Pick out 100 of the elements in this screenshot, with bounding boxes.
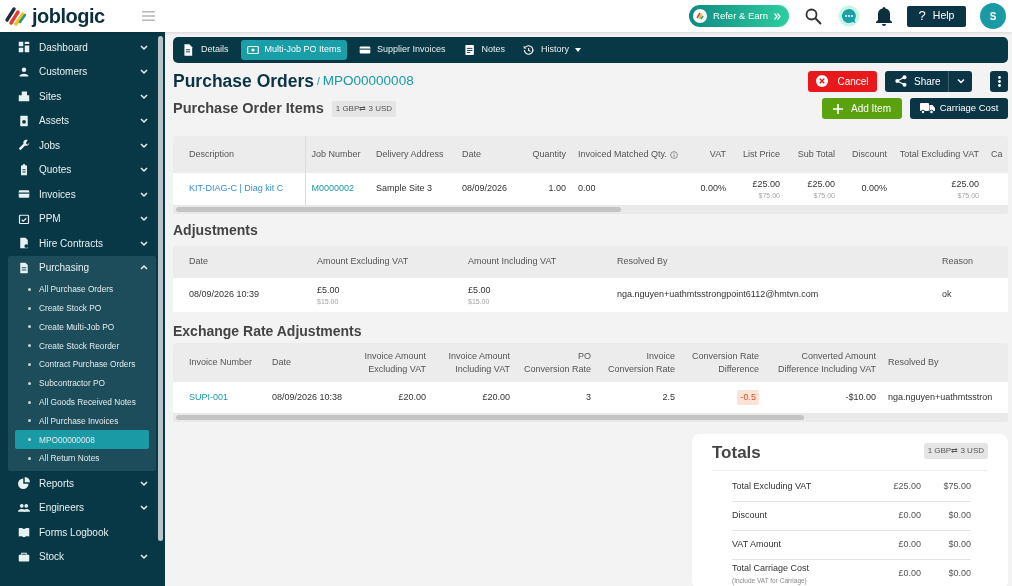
total-value: £0.00 xyxy=(897,567,921,581)
calendar-icon xyxy=(18,212,30,225)
column-header: Amount Including VAT xyxy=(462,246,611,278)
column-header: Invoiced Matched Qty. xyxy=(578,147,667,161)
share-button[interactable]: Share xyxy=(885,70,948,92)
table-cell-text: £20.00 xyxy=(482,390,510,404)
page-title: Purchase Orders xyxy=(173,69,315,93)
plus-icon xyxy=(833,103,843,114)
cancel-button[interactable]: Cancel xyxy=(808,70,877,92)
dropdown-toggle-button[interactable] xyxy=(948,70,972,92)
column-header: Total Excluding VAT xyxy=(893,136,985,173)
total-value: $75.00 xyxy=(942,479,971,493)
table-cell: Sample Site 3 xyxy=(376,182,433,196)
submenu-item[interactable]: Create Multi-Job PO xyxy=(15,317,149,337)
carriage-cost-button[interactable]: Carriage Cost xyxy=(910,98,1008,119)
sidebar-item[interactable]: Hire Contracts xyxy=(8,231,156,256)
submenu-item[interactable]: Create Stock Reorder xyxy=(15,336,149,356)
column-header: Invoice Number xyxy=(173,343,266,382)
submenu-item[interactable]: All Purchase Invoices xyxy=(15,411,149,431)
tab[interactable]: Details xyxy=(177,40,235,60)
sidebar-item[interactable]: Dashboard xyxy=(8,35,156,60)
logo-icon xyxy=(4,6,28,26)
sidebar-item[interactable]: PPM xyxy=(8,206,156,231)
total-value: $0.00 xyxy=(947,537,971,551)
reference-link[interactable]: M0000002 xyxy=(311,182,355,196)
breadcrumb-separator: / xyxy=(317,74,320,89)
truck-icon xyxy=(919,103,935,114)
column-header: Amount Excluding VAT xyxy=(311,246,462,278)
wrench-icon xyxy=(18,139,30,152)
table-cell: £25.00 xyxy=(807,178,835,192)
total-label: Total Carriage Cost xyxy=(732,562,811,576)
submenu-item[interactable]: Create Stock PO xyxy=(15,298,149,318)
table-cell: 08/09/2026 10:39 xyxy=(189,288,260,302)
tab[interactable]: History xyxy=(517,40,588,60)
sidebar-item[interactable]: Customers xyxy=(8,59,156,84)
column-header: Invoice Amount Excluding VAT xyxy=(351,343,432,382)
sidebar-item[interactable]: Forms Logbook xyxy=(8,519,156,545)
table-cell: 0.00 xyxy=(578,182,596,196)
column-header: Date xyxy=(173,246,311,278)
table-cell-text: 2.5 xyxy=(662,390,675,404)
exchange-rate-badge: 1 GBP⇄ 3 USD xyxy=(331,100,397,117)
tab[interactable]: Supplier Invoices xyxy=(353,40,452,60)
submenu-item[interactable]: Contract Purchase Orders xyxy=(15,355,149,374)
total-label: VAT Amount xyxy=(732,537,783,551)
help-button[interactable]: ? Help xyxy=(907,5,966,27)
table-cell-text: nga.nguyen+uathmtsstron xyxy=(888,390,993,404)
total-value: $0.00 xyxy=(947,567,971,581)
menu-icon[interactable] xyxy=(142,11,155,21)
table-cell: £25.00 xyxy=(951,178,979,192)
column-header: Conversion Rate Difference xyxy=(681,343,765,382)
submenu-item[interactable]: All Goods Received Notes xyxy=(15,392,149,412)
scrollbar[interactable] xyxy=(158,36,163,541)
total-value: £25.00 xyxy=(892,479,921,493)
table-cell: 0.00% xyxy=(700,182,726,196)
history-icon xyxy=(523,44,536,56)
submenu-item[interactable]: All Purchase Orders xyxy=(15,280,149,299)
totals-title: Totals xyxy=(712,442,761,464)
item-link[interactable]: KIT-DIAG-C | Diag kit C xyxy=(189,182,284,196)
table-cell-text: £20.00 xyxy=(398,390,426,404)
person-icon xyxy=(18,65,30,78)
submenu-item[interactable]: Subcontractor PO xyxy=(15,374,149,393)
kebab-icon xyxy=(997,75,1001,87)
column-header: List Price xyxy=(732,136,786,173)
document-icon xyxy=(183,44,195,56)
column-header: Ca xyxy=(985,136,1008,173)
sidebar-item[interactable]: Jobs xyxy=(8,133,156,158)
sidebar-item[interactable]: Purchasing xyxy=(8,255,156,280)
total-value: £0.00 xyxy=(897,537,921,551)
chat-icon[interactable] xyxy=(838,5,860,27)
horizontal-scrollbar[interactable] xyxy=(173,413,1008,422)
total-value: $0.00 xyxy=(947,508,971,522)
column-header: Invoice Amount Including VAT xyxy=(432,343,516,382)
section-title: Exchange Rate Adjustments xyxy=(173,324,363,338)
building-icon xyxy=(18,90,30,103)
column-header: Resolved By xyxy=(882,343,1008,382)
sidebar-item[interactable]: Quotes xyxy=(8,157,156,182)
table-cell: ok xyxy=(942,288,952,302)
column-header: Converted Amount Difference Including VAT xyxy=(765,343,882,382)
sidebar-item[interactable]: Reports xyxy=(8,470,156,496)
column-header: Job Number xyxy=(305,136,370,173)
sidebar-item[interactable]: Engineers xyxy=(8,495,156,520)
submenu-item[interactable]: All Return Notes xyxy=(15,449,149,468)
horizontal-scrollbar[interactable] xyxy=(173,205,1008,214)
tab[interactable]: Notes xyxy=(457,40,512,60)
more-options-button[interactable] xyxy=(990,70,1008,92)
search-icon[interactable] xyxy=(805,7,822,25)
column-header: Resolved By xyxy=(611,246,936,278)
briefcase-icon xyxy=(18,550,30,563)
note-icon xyxy=(463,44,476,56)
card-icon xyxy=(18,188,30,201)
bell-icon[interactable] xyxy=(875,6,893,26)
sidebar-item[interactable]: Invoices xyxy=(8,182,156,207)
sidebar-item[interactable]: Sites xyxy=(8,84,156,109)
info-icon[interactable] xyxy=(669,150,678,159)
sidebar-item[interactable]: Assets xyxy=(8,108,156,133)
reference-link[interactable]: SUPI-001 xyxy=(189,390,229,405)
clipboard-icon xyxy=(18,163,30,176)
table-cell: 1.00 xyxy=(548,182,566,196)
table-cell: 0.00% xyxy=(861,182,887,196)
sidebar-item[interactable]: Stock xyxy=(8,544,156,569)
